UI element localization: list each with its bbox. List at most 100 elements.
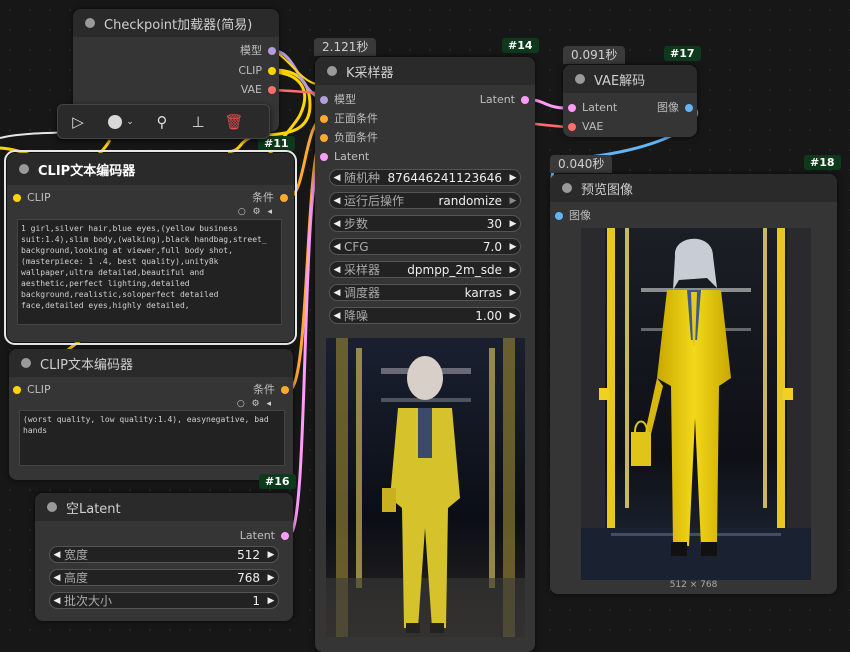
sampler-widget[interactable]: ◀ 采样器 dpmpp_2m_sde ▶ <box>329 261 521 278</box>
arrow-left-icon[interactable]: ◀ <box>330 173 344 183</box>
slot-dot-icon[interactable] <box>13 194 21 202</box>
node-header[interactable]: VAE解码 <box>563 65 697 93</box>
seed-widget[interactable]: ◀ 随机种 876446241123646 ▶ <box>329 169 521 186</box>
slot-dot-icon[interactable] <box>320 134 328 142</box>
node-title: K采样器 <box>346 65 394 81</box>
slot-dot-icon[interactable] <box>320 153 328 161</box>
input-positive[interactable]: 正面条件 <box>320 112 378 126</box>
node-header[interactable]: Checkpoint加载器(简易) <box>73 9 279 37</box>
node-title: Checkpoint加载器(简易) <box>104 17 253 33</box>
arrow-left-icon[interactable]: ◀ <box>330 265 344 275</box>
empty-latent-node[interactable]: 空Latent Latent ◀ 宽度 512 ▶ ◀ 高度 768 ▶ ◀ 批次大小 1 ▶ <box>35 493 293 621</box>
arrow-left-icon[interactable]: ◀ <box>50 550 64 560</box>
prompt-textarea[interactable]: (worst quality, low quality:1.4), easyne… <box>19 410 285 466</box>
output-image[interactable]: 图像 <box>657 101 693 115</box>
node-header[interactable]: CLIP文本编码器 <box>7 153 294 185</box>
slot-dot-icon[interactable] <box>320 115 328 123</box>
steps-widget[interactable]: ◀ 步数 30 ▶ <box>329 215 521 232</box>
arrow-left-icon[interactable]: ◀ <box>330 196 344 206</box>
node-canvas[interactable]: Checkpoint加载器(简易) 模型 CLIP VAE #11 CLIP文本… <box>0 0 850 652</box>
node-id-badge: #16 <box>259 474 296 489</box>
input-negative[interactable]: 负面条件 <box>320 131 378 145</box>
batch-size-widget[interactable]: ◀ 批次大小 1 ▶ <box>49 592 279 609</box>
node-header[interactable]: 预览图像 <box>550 174 837 202</box>
trash-icon[interactable]: 🗑 <box>216 105 252 138</box>
node-header[interactable]: K采样器 <box>315 57 535 85</box>
arrow-left-icon[interactable]: ◀ <box>330 219 344 229</box>
scheduler-widget[interactable]: ◀ 调度器 karras ▶ <box>329 284 521 301</box>
output-latent[interactable]: Latent <box>240 529 289 543</box>
arrow-right-icon[interactable]: ▶ <box>506 288 520 298</box>
vae-decode-node[interactable]: VAE解码 Latent VAE 图像 <box>563 65 697 137</box>
clip-text-encode-negative-node[interactable]: CLIP文本编码器 CLIP 条件 ○ ⚙ ◂ (worst quality, … <box>9 349 293 480</box>
clip-text-encode-positive-node[interactable]: CLIP文本编码器 CLIP 条件 ○ ⚙ ◂ 1 girl,silver ha… <box>4 150 297 345</box>
pin-icon[interactable]: ⊥ <box>180 105 216 138</box>
arrow-right-icon[interactable]: ▶ <box>264 596 278 606</box>
slot-dot-icon[interactable] <box>568 104 576 112</box>
arrow-left-icon[interactable]: ◀ <box>50 596 64 606</box>
slot-dot-icon[interactable] <box>268 86 276 94</box>
output-model[interactable]: 模型 <box>240 44 276 58</box>
arrow-left-icon[interactable]: ◀ <box>330 311 344 321</box>
arrow-right-icon[interactable]: ▶ <box>506 219 520 229</box>
input-latent[interactable]: Latent <box>320 150 369 164</box>
preview-image-node[interactable]: 预览图像 图像 512 × 768 <box>550 174 837 594</box>
bypass-wand-icon[interactable]: ⚲ <box>144 105 180 138</box>
arrow-right-icon[interactable]: ▶ <box>264 550 278 560</box>
slot-dot-icon[interactable] <box>568 123 576 131</box>
arrow-right-icon[interactable]: ▶ <box>506 242 520 252</box>
node-header[interactable]: CLIP文本编码器 <box>9 349 293 377</box>
ksampler-node[interactable]: K采样器 模型 正面条件 负面条件 Latent Latent ◀ 随机种 8764… <box>315 57 535 652</box>
slot-dot-icon[interactable] <box>281 532 289 540</box>
slot-dot-icon[interactable] <box>280 194 288 202</box>
width-widget[interactable]: ◀ 宽度 512 ▶ <box>49 546 279 563</box>
widget-mini-icons[interactable]: ○ ⚙ ◂ <box>238 207 274 217</box>
input-model[interactable]: 模型 <box>320 93 356 107</box>
slot-dot-icon[interactable] <box>521 96 529 104</box>
slot-dot-icon[interactable] <box>555 212 563 220</box>
collapse-dot-icon[interactable] <box>21 358 31 368</box>
input-clip[interactable]: CLIP <box>13 383 51 397</box>
arrow-left-icon[interactable]: ◀ <box>50 573 64 583</box>
color-circle-icon[interactable]: ⌄ <box>98 105 144 138</box>
prompt-textarea[interactable]: 1 girl,silver hair,blue eyes,(yellow bus… <box>17 219 282 325</box>
arrow-right-icon[interactable]: ▶ <box>264 573 278 583</box>
arrow-left-icon[interactable]: ◀ <box>330 288 344 298</box>
cfg-widget[interactable]: ◀ CFG 7.0 ▶ <box>329 238 521 255</box>
collapse-dot-icon[interactable] <box>575 74 585 84</box>
denoise-widget[interactable]: ◀ 降噪 1.00 ▶ <box>329 307 521 324</box>
slot-dot-icon[interactable] <box>268 47 276 55</box>
play-icon[interactable]: ▷ <box>58 105 98 138</box>
slot-dot-icon[interactable] <box>268 67 276 75</box>
collapse-dot-icon[interactable] <box>562 183 572 193</box>
collapse-dot-icon[interactable] <box>85 18 95 28</box>
collapse-dot-icon[interactable] <box>327 66 337 76</box>
arrow-right-icon[interactable]: ▶ <box>506 196 520 206</box>
arrow-right-icon[interactable]: ▶ <box>506 265 520 275</box>
execution-time: 2.121秒 <box>314 38 377 56</box>
input-image[interactable]: 图像 <box>555 209 591 223</box>
input-vae[interactable]: VAE <box>568 120 603 134</box>
slot-dot-icon[interactable] <box>281 386 289 394</box>
slot-dot-icon[interactable] <box>13 386 21 394</box>
node-header[interactable]: 空Latent <box>35 493 293 521</box>
output-latent[interactable]: Latent <box>480 93 529 107</box>
slot-dot-icon[interactable] <box>320 96 328 104</box>
control-after-generate-widget[interactable]: ◀ 运行后操作 randomize ▶ <box>329 192 521 209</box>
height-widget[interactable]: ◀ 高度 768 ▶ <box>49 569 279 586</box>
input-clip[interactable]: CLIP <box>13 191 51 205</box>
slot-dot-icon[interactable] <box>685 104 693 112</box>
output-vae[interactable]: VAE <box>241 83 276 97</box>
arrow-right-icon[interactable]: ▶ <box>506 311 520 321</box>
output-conditioning[interactable]: 条件 <box>252 191 288 205</box>
collapse-dot-icon[interactable] <box>19 164 29 174</box>
arrow-left-icon[interactable]: ◀ <box>330 242 344 252</box>
collapse-dot-icon[interactable] <box>47 502 57 512</box>
widget-mini-icons[interactable]: ○ ⚙ ◂ <box>237 399 273 409</box>
output-preview-image[interactable] <box>581 228 811 580</box>
output-conditioning[interactable]: 条件 <box>253 383 289 397</box>
output-clip[interactable]: CLIP <box>238 64 276 78</box>
input-latent[interactable]: Latent <box>568 101 617 115</box>
node-id-badge: #18 <box>804 155 841 170</box>
arrow-right-icon[interactable]: ▶ <box>506 173 520 183</box>
